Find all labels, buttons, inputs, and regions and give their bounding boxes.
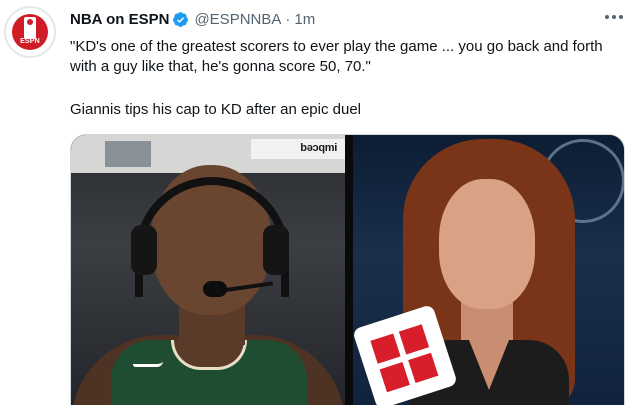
more-horizontal-icon[interactable] <box>605 10 623 24</box>
verified-badge-icon <box>172 11 189 28</box>
tweet-card[interactable]: ESPN NBA on ESPN @ESPNNBA · 1m "KD's one… <box>0 0 641 405</box>
reporter-face <box>439 179 535 309</box>
microphone-icon <box>203 281 227 297</box>
user-handle[interactable]: @ESPNNBA <box>194 11 281 28</box>
timestamp[interactable]: 1m <box>294 11 315 28</box>
avatar-espn-label: ESPN <box>20 38 40 45</box>
avatar[interactable]: ESPN <box>4 6 56 58</box>
sponsor-sign: bəɔqmi <box>251 139 345 159</box>
tweet-text-caption: Giannis tips his cap to KD after an epic… <box>70 101 361 118</box>
display-name[interactable]: NBA on ESPN <box>70 11 169 28</box>
swoosh-icon <box>133 361 163 367</box>
headset-cup-right <box>263 225 289 275</box>
sign-text: bəɔqmi <box>300 142 337 154</box>
media-left-panel: bəɔqmi <box>71 135 345 405</box>
nba-silhouette-icon <box>24 17 36 39</box>
tweet-text-quote: "KD's one of the greatest scorers to eve… <box>70 38 603 75</box>
headset-cup-left <box>131 225 157 275</box>
header-separator: · <box>285 10 291 28</box>
media-right-panel <box>353 135 624 405</box>
tweet-media[interactable]: bəɔqmi <box>70 134 625 405</box>
tweet-header: NBA on ESPN @ESPNNBA · 1m <box>70 8 315 30</box>
media-divider <box>345 135 353 405</box>
